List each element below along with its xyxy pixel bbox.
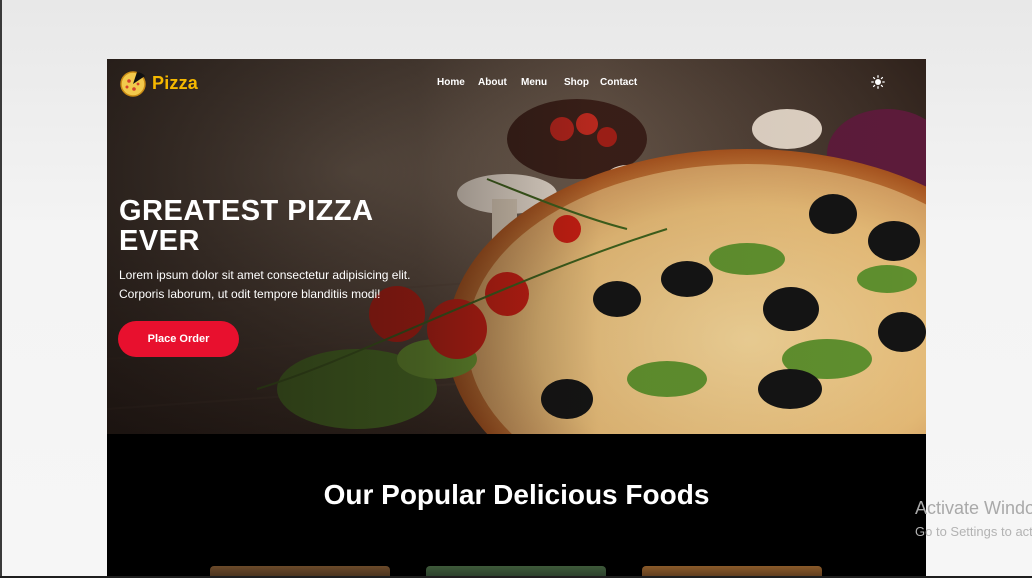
sun-icon[interactable]: [871, 75, 885, 89]
hero-section: Pizza Home About Menu Shop Contact GREAT…: [107, 59, 926, 434]
nav-menu-link[interactable]: Menu: [521, 76, 564, 90]
brand-logo[interactable]: Pizza: [119, 69, 198, 97]
pizza-logo-icon: [120, 71, 146, 97]
activate-windows-subtitle: Go to Settings to activate Windows.: [915, 524, 1032, 539]
window-left-edge: [0, 0, 2, 578]
main-nav: Home About Menu Shop Contact: [437, 76, 642, 90]
activate-windows-watermark: Activate Windows: [915, 498, 1032, 518]
nav-contact-link[interactable]: Contact: [600, 76, 642, 90]
website-viewport: Pizza Home About Menu Shop Contact GREAT…: [107, 59, 926, 578]
nav-about-link[interactable]: About: [478, 76, 521, 90]
brand-name: Pizza: [152, 72, 199, 93]
popular-section-title: Our Popular Delicious Foods: [323, 479, 710, 510]
hero-description-line-1: Lorem ipsum dolor sit amet consectetur a…: [119, 268, 411, 282]
hero-description: Lorem ipsum dolor sit amet consectetur a…: [119, 266, 439, 304]
hero-title: GREATEST PIZZA EVER: [119, 195, 373, 257]
hero-description-line-2: Corporis laborum, ut odit tempore blandi…: [119, 287, 381, 301]
nav-shop-link[interactable]: Shop: [564, 76, 600, 90]
nav-home-link[interactable]: Home: [437, 76, 478, 90]
place-order-button[interactable]: Place Order: [118, 321, 239, 357]
